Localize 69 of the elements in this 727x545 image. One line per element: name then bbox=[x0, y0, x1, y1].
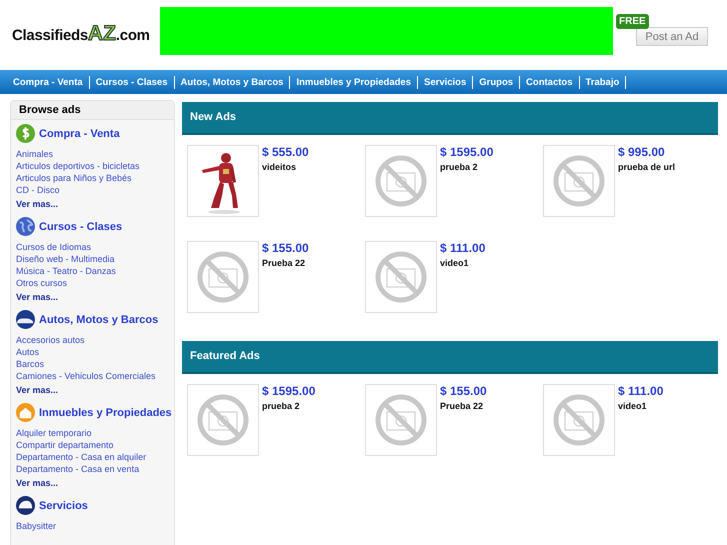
category-link[interactable]: Autos, Motos y Barcos bbox=[39, 314, 158, 326]
ad-thumbnail[interactable] bbox=[543, 145, 615, 217]
category-link[interactable]: Cursos - Clases bbox=[39, 220, 122, 232]
nav-link[interactable]: Cursos - Clases bbox=[90, 76, 174, 88]
subcategory-link[interactable]: Animales bbox=[16, 148, 174, 160]
ad-thumbnail[interactable] bbox=[365, 241, 437, 313]
ad-title[interactable]: video1 bbox=[440, 258, 486, 268]
subcategory-link[interactable]: Accesorios autos bbox=[16, 334, 174, 346]
subcategory-link[interactable]: Barcos bbox=[16, 358, 174, 370]
subcategory-link[interactable]: Cursos de Idiomas bbox=[16, 241, 174, 253]
ad-thumbnail[interactable] bbox=[187, 384, 259, 456]
subcategory-link[interactable]: Diseño web - Multimedia bbox=[16, 253, 174, 265]
nav-link[interactable]: Grupos bbox=[473, 76, 520, 88]
nav-link[interactable]: Servicios bbox=[418, 76, 474, 88]
ad-title[interactable]: Prueba 22 bbox=[440, 401, 487, 411]
ad-price: $ 155.00 bbox=[440, 384, 487, 398]
nav-link[interactable]: Inmuebles y Propiedades bbox=[290, 76, 418, 88]
category-link[interactable]: Inmuebles y Propiedades bbox=[39, 406, 172, 418]
dollar-icon bbox=[16, 124, 35, 143]
more-link[interactable]: Ver mas... bbox=[16, 292, 174, 302]
ad-thumbnail[interactable] bbox=[543, 384, 615, 456]
nav-link[interactable]: Trabajo bbox=[580, 76, 626, 88]
ad-price: $ 111.00 bbox=[618, 384, 664, 398]
sidebar-title: Browse ads bbox=[11, 101, 174, 120]
ad-title[interactable]: prueba 2 bbox=[262, 401, 316, 411]
house-icon bbox=[16, 403, 35, 422]
ad-price: $ 1595.00 bbox=[440, 145, 494, 159]
nav-link[interactable]: Autos, Motos y Barcos bbox=[174, 76, 290, 88]
helmet-icon bbox=[16, 496, 35, 515]
ad-thumbnail[interactable] bbox=[365, 145, 437, 217]
logo-domain[interactable]: .com bbox=[116, 27, 150, 44]
free-badge: FREE bbox=[616, 14, 649, 29]
subcategory-link[interactable]: Otros cursos bbox=[16, 277, 174, 289]
ad-title[interactable]: videitos bbox=[262, 162, 309, 172]
subcategory-link[interactable]: Articulos para Niños y Bebés bbox=[16, 172, 174, 184]
more-link[interactable]: Ver mas... bbox=[16, 385, 174, 395]
subcategory-link[interactable]: Alquiler temporario bbox=[16, 427, 174, 439]
ad-price: $ 155.00 bbox=[262, 241, 309, 255]
subcategory-link[interactable]: Autos bbox=[16, 346, 174, 358]
ad-price: $ 111.00 bbox=[440, 241, 486, 255]
subcategory-link[interactable]: Compartir departamento bbox=[16, 439, 174, 451]
subcategory-link[interactable]: Departamento - Casa en venta bbox=[16, 463, 174, 475]
nav-link[interactable]: Contactos bbox=[520, 76, 580, 88]
post-ad-button[interactable]: Post an Ad bbox=[636, 27, 708, 46]
more-link[interactable]: Ver mas... bbox=[16, 199, 174, 209]
subcategory-link[interactable]: Babysitter bbox=[16, 520, 174, 532]
ad-price: $ 1595.00 bbox=[262, 384, 316, 398]
subcategory-link[interactable]: Música - Teatro - Danzas bbox=[16, 265, 174, 277]
ad-banner[interactable] bbox=[160, 7, 613, 55]
subcategory-link[interactable]: Camiones - Vehiculos Comerciales bbox=[16, 370, 174, 382]
nav-link[interactable]: Compra - Venta bbox=[7, 76, 90, 88]
subcategory-link[interactable]: Articulos deportivos - bicicletas bbox=[16, 160, 174, 172]
section-header: New Ads bbox=[182, 102, 718, 135]
ad-title[interactable]: video1 bbox=[618, 401, 664, 411]
ad-thumbnail[interactable] bbox=[187, 145, 259, 217]
more-link[interactable]: Ver mas... bbox=[16, 478, 174, 488]
ad-price: $ 555.00 bbox=[262, 145, 309, 159]
section-header: Featured Ads bbox=[182, 341, 718, 374]
subcategory-link[interactable]: CD - Disco bbox=[16, 184, 174, 196]
subcategory-link[interactable]: Departamento - Casa en alquiler bbox=[16, 451, 174, 463]
ad-title[interactable]: prueba de url bbox=[618, 162, 676, 172]
category-link[interactable]: Servicios bbox=[39, 500, 88, 512]
category-link[interactable]: Compra - Venta bbox=[39, 128, 120, 140]
logo-text[interactable]: Classifieds bbox=[12, 27, 88, 44]
ad-price: $ 995.00 bbox=[618, 145, 666, 159]
ad-thumbnail[interactable] bbox=[187, 241, 259, 313]
ad-title[interactable]: prueba 2 bbox=[440, 162, 494, 172]
ad-thumbnail[interactable] bbox=[365, 384, 437, 456]
ad-title[interactable]: Prueba 22 bbox=[262, 258, 309, 268]
